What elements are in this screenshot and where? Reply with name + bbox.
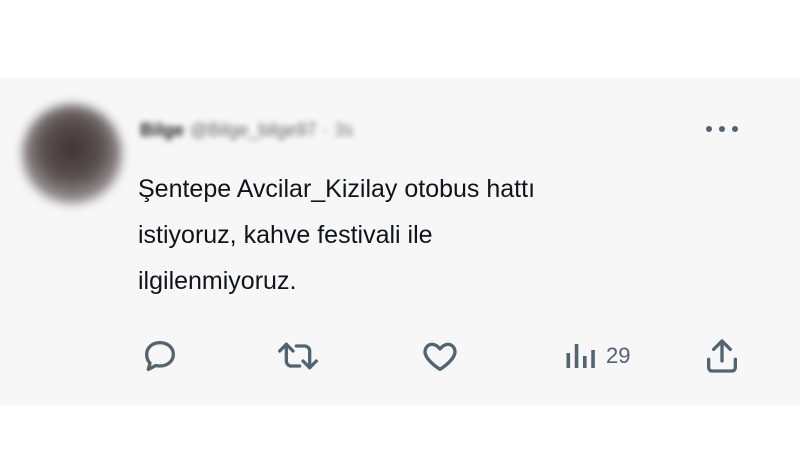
tweet-actions: 29 [0, 334, 800, 378]
reply-icon [145, 341, 175, 371]
tweet-timestamp[interactable]: 3s [334, 120, 353, 141]
more-icon [706, 126, 738, 132]
views-count: 29 [606, 343, 631, 368]
share-button[interactable] [702, 334, 742, 378]
avatar[interactable] [22, 104, 122, 204]
author-handle[interactable]: @Bilge_bilge97 [190, 120, 316, 141]
views-icon [566, 344, 595, 368]
tweet-card[interactable]: Bilge @Bilge_bilge97 · 3s Şentepe Avcila… [0, 78, 800, 405]
views-button[interactable]: 29 [562, 334, 630, 378]
tweet-text: Şentepe Avcilar_Kizilay otobus hattı ist… [138, 175, 536, 295]
retweet-button[interactable] [276, 334, 320, 378]
tweet-header: Bilge @Bilge_bilge97 · 3s [140, 118, 530, 142]
heart-icon [423, 342, 457, 371]
header-separator: · [322, 119, 329, 140]
more-options-button[interactable] [700, 114, 744, 144]
share-icon [707, 339, 737, 373]
retweet-icon [277, 342, 318, 370]
reply-button[interactable] [140, 334, 180, 378]
author-name[interactable]: Bilge [140, 120, 184, 141]
like-button[interactable] [420, 334, 460, 378]
